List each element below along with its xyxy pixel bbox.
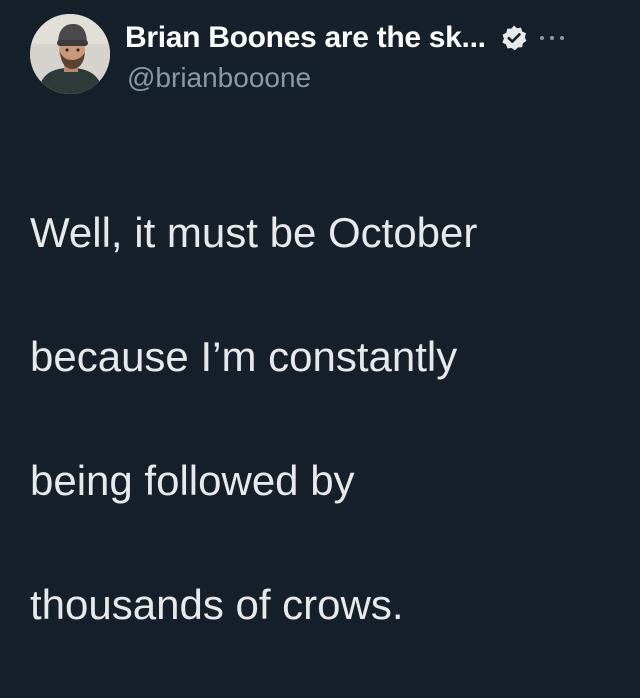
verified-badge-icon (500, 24, 528, 52)
avatar[interactable] (30, 14, 110, 94)
avatar-photo-icon (30, 14, 110, 94)
tweet-text-line: thousands of crows. (30, 581, 404, 628)
more-dot (559, 36, 564, 40)
tweet-text-line: Well, it must be October (30, 209, 478, 256)
tweet-card: Brian Boones are the sk... @brianbooone … (0, 0, 640, 628)
author-name-line: Brian Boones are the sk... (125, 18, 564, 58)
more-options-icon[interactable] (539, 33, 564, 43)
author-display-name[interactable]: Brian Boones are the sk... (125, 21, 486, 55)
more-dot (539, 36, 544, 40)
tweet-text-line: being followed by (30, 457, 355, 504)
author-handle[interactable]: @brianbooone (127, 62, 311, 94)
tweet-text-line: because I’m constantly (30, 333, 458, 380)
tweet-text: Well, it must be October because I’m con… (30, 140, 620, 698)
more-dot (549, 36, 554, 40)
tweet-header: Brian Boones are the sk... @brianbooone (30, 14, 610, 94)
